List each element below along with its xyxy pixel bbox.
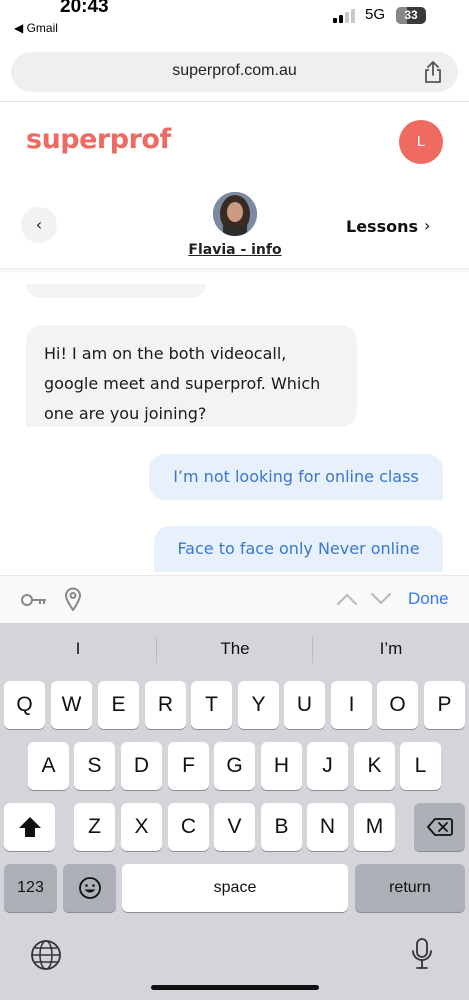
key[interactable]: I [331, 681, 372, 729]
key[interactable]: H [261, 742, 302, 790]
chevron-up-icon[interactable] [336, 591, 358, 607]
shift-key[interactable] [4, 803, 55, 851]
key[interactable]: Y [238, 681, 279, 729]
key[interactable]: W [51, 681, 92, 729]
backspace-icon [426, 818, 453, 836]
suggestion[interactable]: I’m [313, 639, 469, 659]
emoji-key[interactable] [63, 864, 116, 912]
key[interactable]: F [168, 742, 209, 790]
previous-message-bubble [26, 284, 206, 298]
form-accessory-bar: Done [0, 575, 469, 623]
outgoing-message: I’m not looking for online class [149, 454, 443, 500]
battery-icon: 33 [396, 7, 426, 24]
chevron-right-icon[interactable]: › [424, 216, 430, 235]
back-to-gmail-link[interactable]: ◀ Gmail [14, 21, 58, 35]
back-button[interactable]: ‹ [21, 207, 57, 243]
key-icon[interactable] [20, 590, 48, 610]
user-avatar[interactable]: L [399, 120, 443, 164]
key[interactable]: Q [4, 681, 45, 729]
key[interactable]: S [74, 742, 115, 790]
key[interactable]: R [145, 681, 186, 729]
incoming-message: Hi! I am on the both videocall, google m… [26, 325, 357, 427]
contact-name-link[interactable]: Flavia - info [160, 242, 310, 258]
header-divider [0, 268, 469, 274]
status-time: 20:43 [60, 0, 109, 17]
done-button[interactable]: Done [408, 589, 449, 609]
network-type: 5G [365, 6, 386, 23]
signal-icon [333, 9, 357, 23]
contact-photo [213, 192, 257, 236]
url-text[interactable]: superprof.com.au [11, 62, 458, 80]
key[interactable]: A [28, 742, 69, 790]
microphone-icon[interactable] [410, 937, 434, 971]
key[interactable]: C [168, 803, 209, 851]
chevron-down-icon[interactable] [370, 591, 392, 607]
keyboard: I The I’m Q W E R T Y U I O P A S D F G … [0, 623, 469, 1000]
key[interactable]: J [307, 742, 348, 790]
key[interactable]: Z [74, 803, 115, 851]
location-pin-icon[interactable] [64, 587, 82, 611]
address-bar[interactable]: superprof.com.au [11, 52, 458, 92]
status-bar: 20:43 ◀ Gmail 5G 33 [0, 0, 469, 44]
contact-avatar[interactable] [213, 192, 257, 236]
chevron-left-icon: ‹ [35, 215, 43, 234]
delete-key[interactable] [414, 803, 465, 851]
key[interactable]: V [214, 803, 255, 851]
divider [0, 101, 469, 102]
shift-arrow-icon [18, 817, 41, 837]
superprof-logo[interactable]: superprof [26, 124, 171, 155]
battery-level: 33 [404, 8, 418, 22]
key[interactable]: U [284, 681, 325, 729]
key[interactable]: O [377, 681, 418, 729]
numbers-key[interactable]: 123 [4, 864, 57, 912]
key[interactable]: D [121, 742, 162, 790]
key[interactable]: E [98, 681, 139, 729]
suggestion[interactable]: The [157, 639, 313, 659]
key[interactable]: P [424, 681, 465, 729]
key[interactable]: T [191, 681, 232, 729]
key[interactable]: M [354, 803, 395, 851]
suggestion[interactable]: I [0, 639, 156, 659]
globe-icon[interactable] [30, 939, 62, 971]
key[interactable]: L [400, 742, 441, 790]
home-indicator[interactable] [151, 985, 319, 990]
key[interactable]: G [214, 742, 255, 790]
key[interactable]: N [307, 803, 348, 851]
share-icon[interactable] [422, 60, 444, 84]
key[interactable]: K [354, 742, 395, 790]
return-key[interactable]: return [355, 864, 465, 912]
space-key[interactable]: space [122, 864, 348, 912]
outgoing-message: Face to face only Never online [154, 526, 443, 572]
key[interactable]: X [121, 803, 162, 851]
emoji-icon [78, 877, 101, 899]
key[interactable]: B [261, 803, 302, 851]
lessons-link[interactable]: Lessons [346, 217, 418, 236]
